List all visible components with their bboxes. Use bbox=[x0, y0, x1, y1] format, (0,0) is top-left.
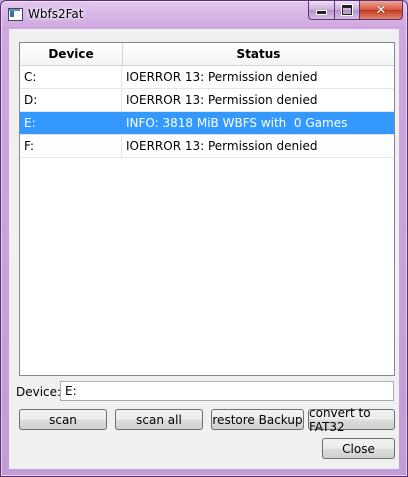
scan-button[interactable]: scan bbox=[19, 409, 107, 430]
convert-to-fat32-button[interactable]: convert to FAT32 bbox=[308, 406, 395, 434]
close-icon: ✕ bbox=[375, 2, 387, 18]
window-title: Wbfs2Fat bbox=[28, 7, 84, 21]
app-window: Wbfs2Fat ✕ Device Status C: IOERROR 13: … bbox=[0, 0, 408, 477]
device-cell: F: bbox=[20, 135, 122, 157]
maximize-button[interactable] bbox=[335, 1, 360, 20]
minimize-button[interactable] bbox=[308, 1, 335, 20]
minimize-icon bbox=[316, 10, 327, 15]
table-row[interactable]: F: IOERROR 13: Permission denied bbox=[20, 135, 394, 158]
table-header: Device Status bbox=[20, 43, 394, 66]
scan-all-button[interactable]: scan all bbox=[115, 409, 203, 430]
device-cell: C: bbox=[20, 66, 122, 88]
app-icon[interactable] bbox=[8, 8, 23, 21]
close-window-button[interactable]: ✕ bbox=[360, 1, 403, 20]
table-row[interactable]: C: IOERROR 13: Permission denied bbox=[20, 66, 394, 89]
device-cell: E: bbox=[20, 112, 122, 134]
client-area: Device Status C: IOERROR 13: Permission … bbox=[9, 29, 399, 469]
table-row[interactable]: D: IOERROR 13: Permission denied bbox=[20, 89, 394, 112]
maximize-icon bbox=[342, 5, 352, 15]
caption-buttons: ✕ bbox=[308, 1, 403, 20]
restore-backup-button[interactable]: restore Backup bbox=[211, 409, 304, 430]
column-header-status[interactable]: Status bbox=[123, 43, 394, 65]
status-cell: IOERROR 13: Permission denied bbox=[126, 70, 318, 84]
title-bar[interactable]: Wbfs2Fat ✕ bbox=[1, 1, 407, 29]
close-button[interactable]: Close bbox=[322, 438, 395, 459]
status-cell: INFO: 3818 MiB WBFS with 0 Games bbox=[126, 116, 348, 130]
status-cell: IOERROR 13: Permission denied bbox=[126, 139, 318, 153]
table-row-selected[interactable]: E: INFO: 3818 MiB WBFS with 0 Games bbox=[20, 112, 394, 135]
device-cell: D: bbox=[20, 89, 122, 111]
device-table[interactable]: Device Status C: IOERROR 13: Permission … bbox=[19, 42, 395, 376]
device-input[interactable]: E: bbox=[60, 381, 394, 401]
device-label: Device: bbox=[16, 385, 62, 399]
column-header-device[interactable]: Device bbox=[20, 43, 123, 65]
status-cell: IOERROR 13: Permission denied bbox=[126, 93, 318, 107]
